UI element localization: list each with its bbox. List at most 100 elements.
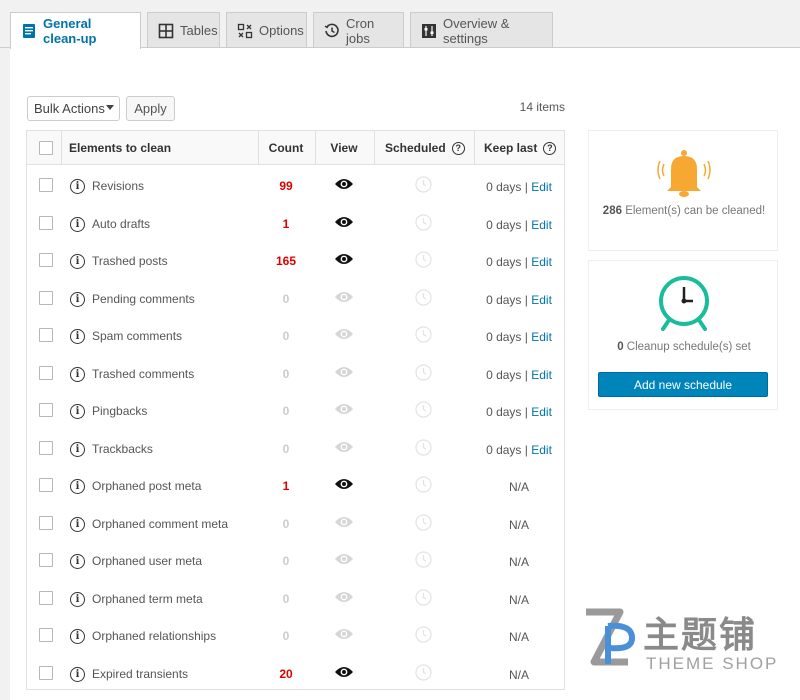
info-icon[interactable]: i xyxy=(70,254,85,269)
row-checkbox[interactable] xyxy=(39,478,53,492)
info-icon[interactable]: i xyxy=(70,479,85,494)
keep-last-separator: | xyxy=(521,255,532,269)
info-icon[interactable]: i xyxy=(70,629,85,644)
view-eye-icon[interactable] xyxy=(334,215,354,234)
elements-text: Element(s) can be cleaned! xyxy=(625,205,766,217)
element-name: Revisions xyxy=(92,179,145,193)
help-icon[interactable]: ? xyxy=(543,141,557,155)
tab-options[interactable]: Options xyxy=(226,12,307,48)
element-count: 1 xyxy=(282,216,290,231)
keep-last-value: N/A xyxy=(508,592,529,607)
info-icon[interactable]: i xyxy=(70,329,85,344)
view-eye-icon xyxy=(334,402,354,421)
element-name: Expired transients xyxy=(92,666,189,681)
scheduled-clock-icon xyxy=(415,513,432,536)
row-checkbox[interactable] xyxy=(39,403,53,417)
help-icon[interactable]: ? xyxy=(451,141,465,155)
edit-link[interactable]: Edit xyxy=(531,405,552,419)
info-icon[interactable]: i xyxy=(70,366,85,382)
view-eye-icon[interactable] xyxy=(334,477,354,496)
info-icon[interactable]: i xyxy=(70,666,85,682)
row-checkbox[interactable] xyxy=(39,365,53,380)
info-icon[interactable]: i xyxy=(70,291,85,307)
row-checkbox[interactable] xyxy=(39,440,53,455)
keep-last-cell: 0 days | Edit xyxy=(474,368,564,382)
items-count: 14 items xyxy=(519,100,565,114)
keep-last-value: N/A xyxy=(508,667,529,682)
table-row: i Spam comments 0 0 days | Edit xyxy=(27,315,564,353)
table-row: i Orphaned term meta 0 N/A xyxy=(27,578,564,616)
row-checkbox[interactable] xyxy=(39,290,53,305)
keep-last-cell: N/A xyxy=(474,518,564,532)
table-row: i Pingbacks 0 0 days | Edit xyxy=(27,390,564,428)
keep-last-value: N/A xyxy=(508,630,529,644)
tab-label: Tables xyxy=(180,23,218,38)
element-name: Orphaned relationships xyxy=(92,629,217,643)
scheduled-clock-icon xyxy=(415,626,432,648)
header-keep-last: Keep last ? xyxy=(484,131,557,165)
row-checkbox[interactable] xyxy=(39,515,53,530)
view-eye-icon[interactable] xyxy=(334,252,354,271)
row-checkbox[interactable] xyxy=(39,590,53,605)
select-all-checkbox[interactable] xyxy=(39,141,53,155)
row-checkbox[interactable] xyxy=(39,178,53,192)
scheduled-clock-icon xyxy=(415,326,432,348)
keep-last-value: N/A xyxy=(508,517,529,532)
scheduled-clock-icon xyxy=(415,438,432,461)
tab-bar: General clean-up Tables Options Cron job… xyxy=(0,0,800,49)
row-checkbox[interactable] xyxy=(39,253,53,267)
keep-last-value: N/A xyxy=(508,480,529,494)
row-checkbox[interactable] xyxy=(39,328,53,342)
theme-shop-watermark: 主题铺 THEME SHOP xyxy=(580,600,790,680)
edit-link[interactable]: Edit xyxy=(531,293,552,307)
element-name: Pending comments xyxy=(92,291,195,306)
keep-last-separator: | xyxy=(521,405,532,419)
info-icon[interactable]: i xyxy=(70,441,85,457)
info-icon[interactable]: i xyxy=(70,516,85,532)
watermark-en-text: THEME SHOP xyxy=(646,654,779,673)
table-row: i Trashed comments 0 0 days | Edit xyxy=(27,353,564,391)
tab-overview-settings[interactable]: Overview & settings xyxy=(410,12,553,48)
keep-last-separator: | xyxy=(521,442,532,457)
tab-general-clean-up[interactable]: General clean-up xyxy=(10,12,141,49)
element-count: 1 xyxy=(282,479,290,493)
add-new-schedule-button[interactable]: Add new schedule xyxy=(598,372,768,397)
row-checkbox[interactable] xyxy=(39,628,53,642)
tab-cron-jobs[interactable]: Cron jobs xyxy=(313,12,404,48)
info-icon[interactable]: i xyxy=(70,404,85,419)
cleanup-table: Elements to clean Count View Scheduled ?… xyxy=(26,130,565,690)
info-icon[interactable]: i xyxy=(70,554,85,569)
edit-link[interactable]: Edit xyxy=(531,255,552,269)
edit-link[interactable]: Edit xyxy=(531,330,552,344)
view-eye-icon xyxy=(334,627,354,646)
header-keep-last-label: Keep last xyxy=(484,141,538,155)
scheduled-clock-icon xyxy=(415,401,432,423)
edit-link[interactable]: Edit xyxy=(531,368,552,382)
edit-link[interactable]: Edit xyxy=(531,443,552,457)
keep-last-cell: N/A xyxy=(474,668,564,682)
scheduled-clock-icon xyxy=(415,213,432,236)
tab-tables[interactable]: Tables xyxy=(147,12,220,48)
element-count: 165 xyxy=(275,254,297,268)
row-checkbox[interactable] xyxy=(39,553,53,567)
apply-button[interactable]: Apply xyxy=(126,96,175,121)
table-row: i Orphaned comment meta 0 N/A xyxy=(27,503,564,541)
row-checkbox[interactable] xyxy=(39,665,53,680)
info-icon[interactable]: i xyxy=(70,179,85,194)
header-scheduled: Scheduled ? xyxy=(385,131,465,165)
element-name: Trashed comments xyxy=(92,366,195,381)
info-icon[interactable]: i xyxy=(70,216,85,232)
table-row: i Orphaned relationships 0 N/A xyxy=(27,615,564,653)
scheduled-clock-icon xyxy=(415,251,432,273)
row-checkbox[interactable] xyxy=(39,215,53,230)
view-eye-icon[interactable] xyxy=(334,665,354,684)
info-icon[interactable]: i xyxy=(70,591,85,607)
view-eye-icon[interactable] xyxy=(334,177,354,196)
edit-link[interactable]: Edit xyxy=(531,180,552,194)
keep-last-cell: N/A xyxy=(474,593,564,607)
keep-last-cell: N/A xyxy=(474,630,564,644)
history-clock-icon xyxy=(324,23,339,37)
bulk-actions-select[interactable]: Bulk Actions xyxy=(27,96,120,121)
keep-last-cell: 0 days | Edit xyxy=(474,180,564,194)
edit-link[interactable]: Edit xyxy=(531,218,552,232)
